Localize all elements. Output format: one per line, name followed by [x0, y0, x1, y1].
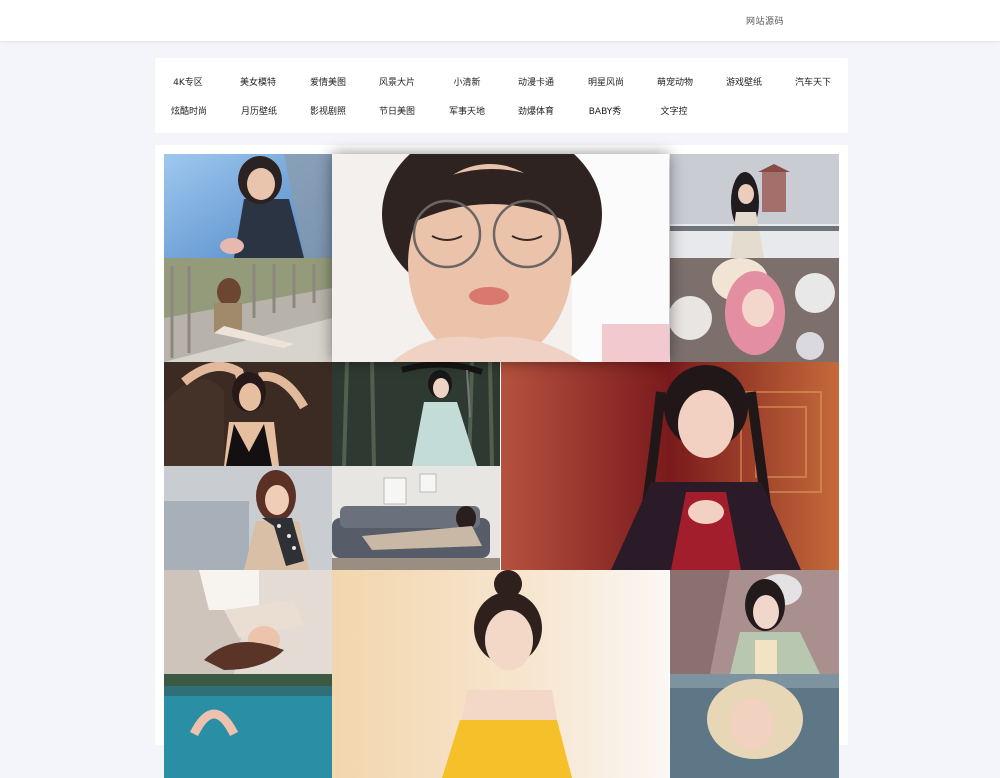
category-link[interactable]: 影视剧照: [298, 104, 358, 117]
category-link[interactable]: 风景大片: [367, 75, 427, 88]
category-link[interactable]: 4K专区: [158, 75, 218, 88]
photo-thumbnail[interactable]: [332, 466, 500, 570]
category-link[interactable]: 节日美图: [367, 104, 427, 117]
category-link[interactable]: 汽车天下: [783, 75, 843, 88]
category-link[interactable]: 动漫卡通: [506, 75, 566, 88]
photo-woman-scarf: [164, 466, 332, 570]
category-link[interactable]: BABY秀: [575, 104, 635, 117]
category-link[interactable]: 游戏壁纸: [714, 75, 774, 88]
category-row-2: 炫酷时尚 月历壁纸 影视剧照 节日美图 军事天地 劲爆体育 BABY秀 文字控: [155, 104, 848, 118]
category-link[interactable]: 军事天地: [437, 104, 497, 117]
photo-blonde-woman: [670, 674, 839, 778]
photo-thumbnail-featured[interactable]: [332, 154, 669, 362]
category-link[interactable]: 炫酷时尚: [159, 104, 219, 117]
top-navigation-bar: 网站源码: [0, 0, 1000, 41]
photo-girl-white-hanfu: [332, 362, 500, 466]
category-panel: 4K专区 美女模特 爱情美图 风景大片 小清新 动漫卡通 明星风尚 萌宠动物 游…: [155, 58, 848, 133]
photo-thumbnail[interactable]: [670, 154, 839, 258]
category-link[interactable]: 明星风尚: [576, 75, 636, 88]
photo-girl-bridge: [164, 258, 332, 362]
category-link[interactable]: 小清新: [437, 75, 497, 88]
photo-thumbnail-large[interactable]: [332, 570, 669, 778]
photo-girl-green-hanfu: [670, 570, 839, 674]
photo-gallery: [155, 145, 848, 778]
photo-thumbnail[interactable]: [164, 674, 332, 778]
category-link[interactable]: 萌宠动物: [645, 75, 705, 88]
photo-girl-blue-sky: [164, 154, 332, 258]
photo-woman-bed: [164, 570, 332, 674]
category-link[interactable]: 月历壁纸: [229, 104, 289, 117]
photo-thumbnail[interactable]: [164, 570, 332, 674]
photo-thumbnail[interactable]: [670, 570, 839, 674]
photo-girl-sofa: [332, 466, 500, 570]
photo-thumbnail[interactable]: [164, 466, 332, 570]
category-link[interactable]: 劲爆体育: [506, 104, 566, 117]
photo-girl-red-hanfu: [501, 362, 839, 570]
photo-thumbnail[interactable]: [670, 258, 839, 362]
photo-thumbnail[interactable]: [164, 154, 332, 258]
photo-girl-yellow-dress: [332, 570, 669, 778]
photo-woman-black-dress: [164, 362, 332, 466]
category-link[interactable]: 文字控: [644, 104, 704, 117]
category-link[interactable]: 爱情美图: [298, 75, 358, 88]
category-link[interactable]: 美女模特: [228, 75, 288, 88]
photo-girl-glasses: [332, 154, 669, 362]
photo-thumbnail[interactable]: [164, 258, 332, 362]
category-row-1: 4K专区 美女模特 爱情美图 风景大片 小清新 动漫卡通 明星风尚 萌宠动物 游…: [155, 75, 848, 89]
photo-girl-snow-pavilion: [670, 154, 839, 258]
photo-woman-pool: [164, 674, 332, 778]
source-code-link[interactable]: 网站源码: [746, 14, 784, 27]
photo-thumbnail-large[interactable]: [501, 362, 839, 570]
photo-thumbnail[interactable]: [332, 362, 500, 466]
photo-girl-pink-hair: [670, 258, 839, 362]
photo-thumbnail[interactable]: [670, 674, 839, 778]
photo-thumbnail[interactable]: [164, 362, 332, 466]
